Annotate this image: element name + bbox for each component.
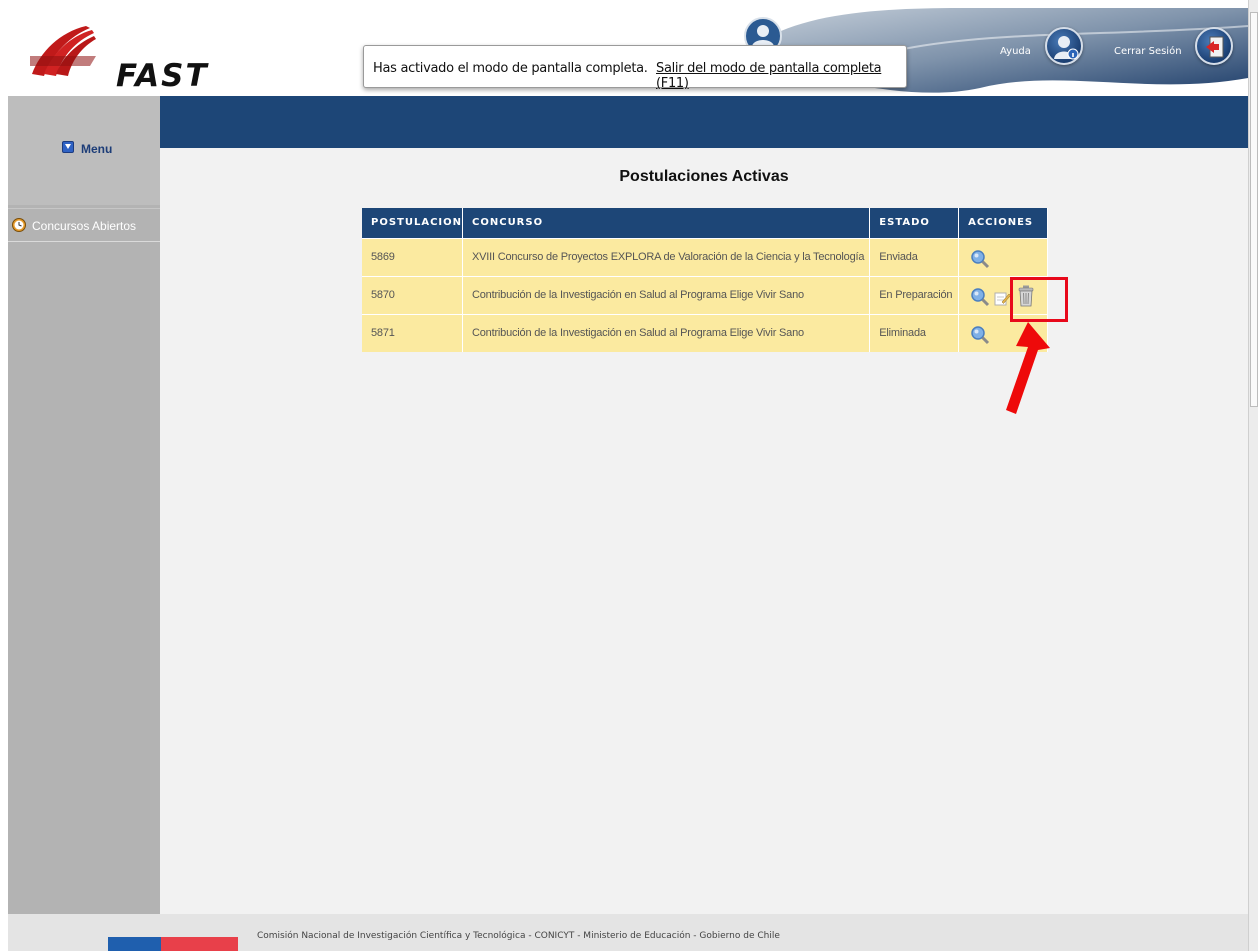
cell-postulacion: 5870	[362, 275, 464, 314]
page-root: FAST Ayuda Cerrar Sesión Has activado el…	[0, 0, 1258, 951]
menu-label: Menu	[81, 142, 113, 156]
footer-text: Comisión Nacional de Investigación Cient…	[257, 931, 780, 941]
table-row: 5869 XVIII Concurso de Proyectos EXPLORA…	[362, 237, 1048, 276]
cell-acciones	[958, 237, 1048, 276]
sidebar-item-label: Concursos Abiertos	[32, 219, 137, 233]
view-magnifier-icon[interactable]	[970, 325, 990, 345]
column-header-concurso: CONCURSO	[462, 208, 871, 238]
cell-concurso: Contribución de la Investigación en Salu…	[462, 275, 871, 314]
cell-estado: En Preparación	[869, 275, 960, 314]
column-header-postulacion: POSTULACION	[362, 208, 464, 238]
user-info-icon	[1054, 36, 1079, 60]
column-header-acciones: ACCIONES	[958, 208, 1048, 238]
exit-fullscreen-link[interactable]: Salir del modo de pantalla completa (F11…	[656, 61, 906, 91]
chile-flag-red	[161, 937, 238, 951]
help-button[interactable]	[1045, 27, 1083, 65]
view-magnifier-icon[interactable]	[970, 287, 990, 307]
page-title: Postulaciones Activas	[619, 168, 789, 185]
red-arrow-icon	[1006, 322, 1050, 414]
exit-door-icon	[1206, 36, 1224, 58]
table-row: 5871 Contribución de la Investigación en…	[362, 313, 1048, 352]
logout-button[interactable]	[1195, 27, 1233, 65]
cell-postulacion: 5869	[362, 237, 464, 276]
sidebar-item-concursos-abiertos[interactable]: Concursos Abiertos	[8, 208, 160, 242]
clock-hands	[14, 220, 24, 230]
delete-highlight-box	[1010, 277, 1068, 322]
cell-estado: Enviada	[869, 237, 960, 276]
menu-down-arrow-icon	[62, 141, 74, 153]
fullscreen-message: Has activado el modo de pantalla complet…	[373, 61, 648, 76]
logo-text: FAST	[116, 58, 209, 94]
fast-logo[interactable]: FAST	[30, 22, 207, 94]
sidebar: Menu Concursos Abiertos	[8, 96, 160, 914]
applications-table: POSTULACION CONCURSO ESTADO ACCIONES 586…	[362, 208, 1048, 352]
table-row: 5870 Contribución de la Investigación en…	[362, 275, 1048, 314]
view-magnifier-icon[interactable]	[970, 249, 990, 269]
cell-concurso: Contribución de la Investigación en Salu…	[462, 313, 871, 352]
help-link[interactable]: Ayuda	[1000, 46, 1031, 57]
scrollbar-thumb[interactable]	[1250, 12, 1258, 407]
table-header-row: POSTULACION CONCURSO ESTADO ACCIONES	[362, 208, 1048, 238]
main-content: Postulaciones Activas POSTULACION CONCUR…	[160, 148, 1248, 914]
cell-postulacion: 5871	[362, 313, 464, 352]
cell-concurso: XVIII Concurso de Proyectos EXPLORA de V…	[462, 237, 871, 276]
chile-flag-blue	[108, 937, 161, 951]
vertical-scrollbar[interactable]	[1248, 0, 1258, 951]
footer: Comisión Nacional de Investigación Cient…	[8, 914, 1248, 951]
fullscreen-notice: Has activado el modo de pantalla complet…	[363, 45, 907, 91]
logout-link[interactable]: Cerrar Sesión	[1114, 46, 1182, 57]
edit-pencil-icon[interactable]	[993, 289, 1011, 307]
sidebar-menu-header[interactable]: Menu	[8, 96, 160, 205]
cell-estado: Eliminada	[869, 313, 960, 352]
column-header-estado: ESTADO	[869, 208, 960, 238]
top-nav-bar	[160, 96, 1248, 148]
clock-icon	[12, 218, 26, 232]
